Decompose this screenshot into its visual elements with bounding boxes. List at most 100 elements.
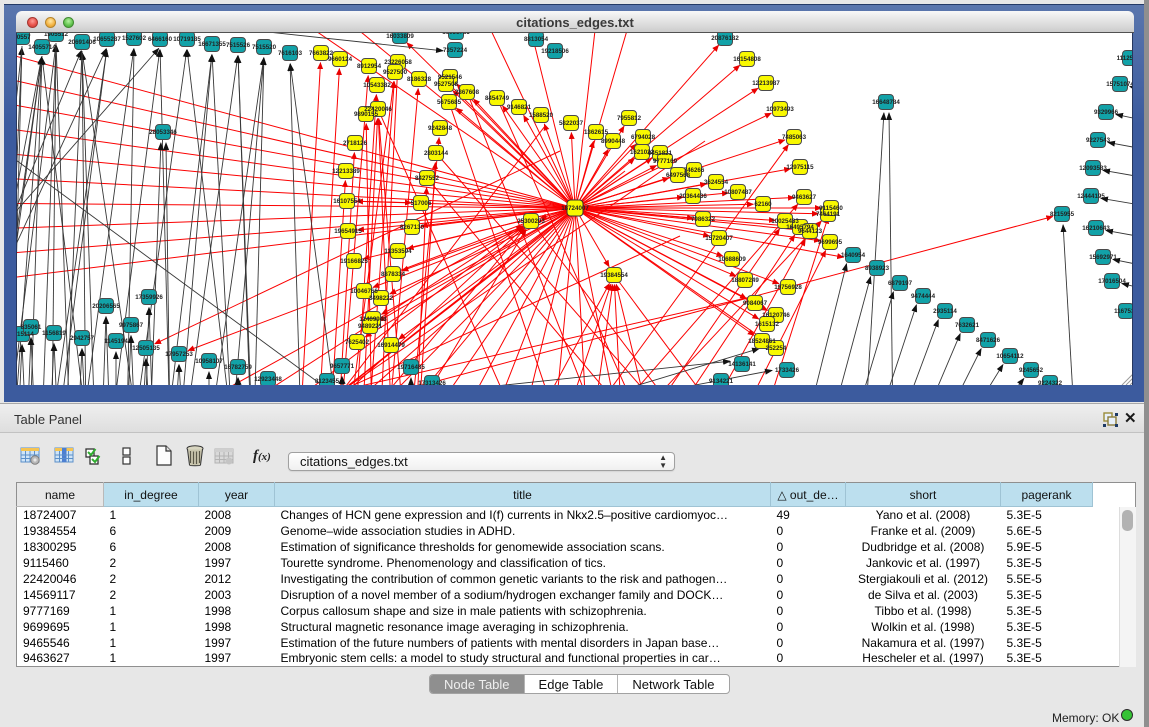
svg-text:8267130: 8267130 bbox=[400, 224, 425, 231]
svg-text:18724007: 18724007 bbox=[561, 205, 589, 212]
svg-text:10958107: 10958107 bbox=[195, 358, 223, 365]
svg-text:9329966: 9329966 bbox=[1094, 109, 1119, 116]
svg-text:8938923: 8938923 bbox=[865, 265, 890, 272]
svg-text:7515520: 7515520 bbox=[252, 44, 277, 51]
svg-text:7986322: 7986322 bbox=[691, 216, 716, 223]
svg-text:517006: 517006 bbox=[411, 200, 432, 207]
svg-text:252254: 252254 bbox=[766, 345, 787, 352]
svg-text:6497568: 6497568 bbox=[666, 172, 691, 179]
svg-text:11125874: 11125874 bbox=[1117, 55, 1133, 62]
svg-text:9224322: 9224322 bbox=[1038, 380, 1063, 385]
svg-text:3498222: 3498222 bbox=[369, 295, 394, 302]
svg-text:1145194: 1145194 bbox=[104, 338, 128, 345]
svg-text:7357224: 7357224 bbox=[443, 47, 468, 54]
svg-text:9777169: 9777169 bbox=[653, 158, 678, 165]
svg-text:9699695: 9699695 bbox=[818, 239, 843, 246]
svg-text:15720407: 15720407 bbox=[705, 235, 733, 242]
svg-text:11353594: 11353594 bbox=[384, 248, 412, 255]
svg-text:8427552: 8427552 bbox=[415, 175, 440, 182]
svg-text:10688609: 10688609 bbox=[718, 256, 746, 263]
svg-text:10719185: 10719185 bbox=[173, 36, 201, 43]
svg-text:16107554: 16107554 bbox=[333, 198, 361, 205]
svg-text:17016504: 17016504 bbox=[1098, 278, 1126, 285]
svg-text:17359926: 17359926 bbox=[135, 294, 163, 301]
svg-text:20876182: 20876182 bbox=[711, 35, 739, 42]
svg-text:6466160: 6466160 bbox=[148, 36, 173, 43]
svg-text:1733426: 1733426 bbox=[775, 367, 800, 374]
svg-text:8878334: 8878334 bbox=[381, 271, 406, 278]
svg-text:18807249: 18807249 bbox=[731, 277, 759, 284]
svg-text:2803144: 2803144 bbox=[424, 150, 449, 157]
svg-text:12923448: 12923448 bbox=[254, 376, 282, 383]
svg-text:12213987: 12213987 bbox=[752, 80, 780, 87]
svg-text:62160: 62160 bbox=[754, 201, 772, 208]
svg-text:9489221: 9489221 bbox=[358, 323, 383, 330]
svg-text:17957253: 17957253 bbox=[165, 351, 193, 358]
svg-text:25300203: 25300203 bbox=[517, 218, 545, 225]
svg-text:5675685: 5675685 bbox=[437, 99, 462, 106]
svg-text:16051785: 16051785 bbox=[442, 33, 470, 36]
svg-text:9115460: 9115460 bbox=[819, 205, 843, 212]
svg-text:10654112: 10654112 bbox=[996, 353, 1024, 360]
svg-text:16914479: 16914479 bbox=[377, 342, 405, 349]
svg-text:8123455: 8123455 bbox=[315, 378, 340, 385]
svg-text:19756928: 19756928 bbox=[774, 284, 802, 291]
svg-text:1167533: 1167533 bbox=[1114, 308, 1133, 315]
svg-text:6794028: 6794028 bbox=[631, 134, 656, 141]
svg-text:1527602: 1527602 bbox=[122, 35, 147, 42]
svg-text:14136141: 14136141 bbox=[728, 361, 756, 368]
svg-text:9644123: 9644123 bbox=[798, 228, 823, 235]
svg-text:7515526: 7515526 bbox=[226, 42, 251, 49]
svg-text:3915114: 3915114 bbox=[17, 331, 34, 338]
svg-text:10807487: 10807487 bbox=[724, 189, 752, 196]
svg-text:3624554: 3624554 bbox=[704, 179, 729, 186]
svg-text:9245652: 9245652 bbox=[1019, 367, 1044, 374]
svg-text:2867608: 2867608 bbox=[455, 89, 480, 96]
svg-text:8813054: 8813054 bbox=[524, 36, 549, 43]
svg-text:8990448: 8990448 bbox=[601, 138, 626, 145]
svg-text:835061: 835061 bbox=[21, 324, 42, 331]
svg-text:12093583: 12093583 bbox=[1079, 165, 1107, 172]
svg-text:18524861: 18524861 bbox=[748, 338, 776, 345]
svg-text:7955812: 7955812 bbox=[617, 115, 642, 122]
svg-text:2935114: 2935114 bbox=[933, 308, 957, 315]
svg-text:23226058: 23226058 bbox=[384, 59, 412, 66]
svg-text:9474444: 9474444 bbox=[911, 293, 936, 300]
svg-text:9657771: 9657771 bbox=[330, 363, 355, 370]
svg-text:14055714: 14055714 bbox=[28, 44, 56, 51]
svg-text:9890155: 9890155 bbox=[354, 111, 379, 118]
svg-text:9527500: 9527500 bbox=[383, 69, 408, 76]
svg-text:19716485: 19716485 bbox=[397, 364, 425, 371]
svg-text:9463627: 9463627 bbox=[792, 194, 817, 201]
svg-text:8912954: 8912954 bbox=[357, 63, 382, 70]
svg-text:12444195: 12444195 bbox=[1077, 193, 1105, 200]
svg-text:16782759: 16782759 bbox=[224, 364, 252, 371]
svg-text:10655287: 10655287 bbox=[93, 36, 121, 43]
svg-text:9227543: 9227543 bbox=[1086, 137, 1111, 144]
svg-text:1362615: 1362615 bbox=[584, 129, 609, 136]
svg-text:20206565: 20206565 bbox=[92, 303, 120, 310]
svg-text:20557: 20557 bbox=[17, 34, 31, 41]
svg-text:17313426: 17313426 bbox=[418, 380, 446, 385]
svg-text:16210643: 16210643 bbox=[1082, 225, 1110, 232]
svg-text:12213389: 12213389 bbox=[332, 168, 360, 175]
svg-text:9146821: 9146821 bbox=[507, 104, 532, 111]
svg-text:19166825: 19166825 bbox=[340, 258, 368, 265]
svg-text:28053346: 28053346 bbox=[149, 129, 177, 136]
svg-text:7464191: 7464191 bbox=[816, 211, 841, 218]
svg-text:9975867: 9975867 bbox=[119, 322, 144, 329]
svg-text:19654915: 19654915 bbox=[334, 228, 362, 235]
svg-text:9084067: 9084067 bbox=[743, 300, 768, 307]
svg-text:16033809: 16033809 bbox=[386, 33, 414, 40]
svg-text:1615132: 1615132 bbox=[755, 321, 780, 328]
svg-text:20691406: 20691406 bbox=[68, 39, 96, 46]
svg-text:9134221: 9134221 bbox=[709, 378, 734, 385]
svg-text:20364436: 20364436 bbox=[679, 193, 707, 200]
svg-text:10543382: 10543382 bbox=[363, 82, 391, 89]
svg-text:8454749: 8454749 bbox=[485, 95, 510, 102]
svg-text:9521546: 9521546 bbox=[438, 74, 463, 81]
svg-text:9242848: 9242848 bbox=[428, 125, 453, 132]
svg-text:9527508: 9527508 bbox=[434, 81, 459, 88]
svg-text:15692971: 15692971 bbox=[1089, 254, 1117, 261]
svg-text:12505135: 12505135 bbox=[132, 345, 160, 352]
